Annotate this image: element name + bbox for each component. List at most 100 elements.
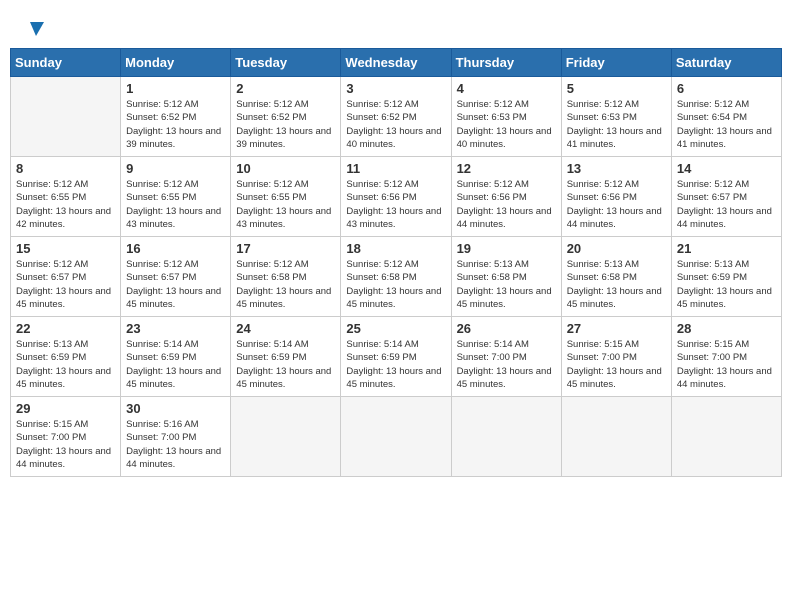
day-number: 11 xyxy=(346,161,445,176)
day-number: 26 xyxy=(457,321,556,336)
calendar-day: 14 Sunrise: 5:12 AM Sunset: 6:57 PM Dayl… xyxy=(671,157,781,237)
day-number: 8 xyxy=(16,161,115,176)
day-info: Sunrise: 5:12 AM Sunset: 6:55 PM Dayligh… xyxy=(126,178,225,231)
day-info: Sunrise: 5:12 AM Sunset: 6:55 PM Dayligh… xyxy=(16,178,115,231)
day-info: Sunrise: 5:12 AM Sunset: 6:54 PM Dayligh… xyxy=(677,98,776,151)
day-info: Sunrise: 5:13 AM Sunset: 6:58 PM Dayligh… xyxy=(567,258,666,311)
day-number: 30 xyxy=(126,401,225,416)
day-number: 2 xyxy=(236,81,335,96)
calendar-day: 4 Sunrise: 5:12 AM Sunset: 6:53 PM Dayli… xyxy=(451,77,561,157)
day-number: 15 xyxy=(16,241,115,256)
day-info: Sunrise: 5:12 AM Sunset: 6:57 PM Dayligh… xyxy=(677,178,776,231)
calendar-day xyxy=(561,397,671,477)
day-info: Sunrise: 5:12 AM Sunset: 6:53 PM Dayligh… xyxy=(567,98,666,151)
calendar-day: 19 Sunrise: 5:13 AM Sunset: 6:58 PM Dayl… xyxy=(451,237,561,317)
calendar-day: 9 Sunrise: 5:12 AM Sunset: 6:55 PM Dayli… xyxy=(121,157,231,237)
calendar-day: 23 Sunrise: 5:14 AM Sunset: 6:59 PM Dayl… xyxy=(121,317,231,397)
day-info: Sunrise: 5:14 AM Sunset: 7:00 PM Dayligh… xyxy=(457,338,556,391)
calendar-header-row: SundayMondayTuesdayWednesdayThursdayFrid… xyxy=(11,49,782,77)
calendar-day: 6 Sunrise: 5:12 AM Sunset: 6:54 PM Dayli… xyxy=(671,77,781,157)
day-number: 27 xyxy=(567,321,666,336)
day-number: 16 xyxy=(126,241,225,256)
day-number: 4 xyxy=(457,81,556,96)
weekday-header-thursday: Thursday xyxy=(451,49,561,77)
calendar-day: 30 Sunrise: 5:16 AM Sunset: 7:00 PM Dayl… xyxy=(121,397,231,477)
calendar-week-row: 8 Sunrise: 5:12 AM Sunset: 6:55 PM Dayli… xyxy=(11,157,782,237)
calendar-week-row: 1 Sunrise: 5:12 AM Sunset: 6:52 PM Dayli… xyxy=(11,77,782,157)
calendar-day: 1 Sunrise: 5:12 AM Sunset: 6:52 PM Dayli… xyxy=(121,77,231,157)
calendar-day: 27 Sunrise: 5:15 AM Sunset: 7:00 PM Dayl… xyxy=(561,317,671,397)
calendar-day: 12 Sunrise: 5:12 AM Sunset: 6:56 PM Dayl… xyxy=(451,157,561,237)
calendar-day xyxy=(231,397,341,477)
calendar-day: 29 Sunrise: 5:15 AM Sunset: 7:00 PM Dayl… xyxy=(11,397,121,477)
day-number: 3 xyxy=(346,81,445,96)
calendar-table: SundayMondayTuesdayWednesdayThursdayFrid… xyxy=(10,48,782,477)
calendar-day xyxy=(671,397,781,477)
day-info: Sunrise: 5:14 AM Sunset: 6:59 PM Dayligh… xyxy=(236,338,335,391)
day-number: 20 xyxy=(567,241,666,256)
day-number: 13 xyxy=(567,161,666,176)
calendar-day: 21 Sunrise: 5:13 AM Sunset: 6:59 PM Dayl… xyxy=(671,237,781,317)
day-info: Sunrise: 5:12 AM Sunset: 6:57 PM Dayligh… xyxy=(16,258,115,311)
day-info: Sunrise: 5:12 AM Sunset: 6:52 PM Dayligh… xyxy=(346,98,445,151)
day-info: Sunrise: 5:15 AM Sunset: 7:00 PM Dayligh… xyxy=(677,338,776,391)
day-number: 19 xyxy=(457,241,556,256)
calendar-day: 11 Sunrise: 5:12 AM Sunset: 6:56 PM Dayl… xyxy=(341,157,451,237)
day-info: Sunrise: 5:13 AM Sunset: 6:59 PM Dayligh… xyxy=(16,338,115,391)
day-info: Sunrise: 5:12 AM Sunset: 6:57 PM Dayligh… xyxy=(126,258,225,311)
logo xyxy=(20,20,46,38)
day-info: Sunrise: 5:12 AM Sunset: 6:52 PM Dayligh… xyxy=(236,98,335,151)
calendar-day: 13 Sunrise: 5:12 AM Sunset: 6:56 PM Dayl… xyxy=(561,157,671,237)
day-number: 18 xyxy=(346,241,445,256)
day-number: 5 xyxy=(567,81,666,96)
calendar-day: 22 Sunrise: 5:13 AM Sunset: 6:59 PM Dayl… xyxy=(11,317,121,397)
day-info: Sunrise: 5:14 AM Sunset: 6:59 PM Dayligh… xyxy=(126,338,225,391)
calendar-day xyxy=(451,397,561,477)
day-number: 22 xyxy=(16,321,115,336)
calendar-day: 16 Sunrise: 5:12 AM Sunset: 6:57 PM Dayl… xyxy=(121,237,231,317)
weekday-header-monday: Monday xyxy=(121,49,231,77)
day-number: 29 xyxy=(16,401,115,416)
calendar-day: 18 Sunrise: 5:12 AM Sunset: 6:58 PM Dayl… xyxy=(341,237,451,317)
calendar-day: 3 Sunrise: 5:12 AM Sunset: 6:52 PM Dayli… xyxy=(341,77,451,157)
calendar-day xyxy=(341,397,451,477)
day-info: Sunrise: 5:15 AM Sunset: 7:00 PM Dayligh… xyxy=(567,338,666,391)
day-info: Sunrise: 5:12 AM Sunset: 6:53 PM Dayligh… xyxy=(457,98,556,151)
day-number: 14 xyxy=(677,161,776,176)
day-info: Sunrise: 5:13 AM Sunset: 6:58 PM Dayligh… xyxy=(457,258,556,311)
calendar-day: 26 Sunrise: 5:14 AM Sunset: 7:00 PM Dayl… xyxy=(451,317,561,397)
weekday-header-sunday: Sunday xyxy=(11,49,121,77)
day-number: 12 xyxy=(457,161,556,176)
day-info: Sunrise: 5:16 AM Sunset: 7:00 PM Dayligh… xyxy=(126,418,225,471)
day-number: 28 xyxy=(677,321,776,336)
calendar-day: 15 Sunrise: 5:12 AM Sunset: 6:57 PM Dayl… xyxy=(11,237,121,317)
day-info: Sunrise: 5:12 AM Sunset: 6:56 PM Dayligh… xyxy=(346,178,445,231)
day-info: Sunrise: 5:14 AM Sunset: 6:59 PM Dayligh… xyxy=(346,338,445,391)
calendar-day xyxy=(11,77,121,157)
day-info: Sunrise: 5:12 AM Sunset: 6:56 PM Dayligh… xyxy=(457,178,556,231)
calendar-day: 17 Sunrise: 5:12 AM Sunset: 6:58 PM Dayl… xyxy=(231,237,341,317)
weekday-header-saturday: Saturday xyxy=(671,49,781,77)
weekday-header-friday: Friday xyxy=(561,49,671,77)
calendar-week-row: 22 Sunrise: 5:13 AM Sunset: 6:59 PM Dayl… xyxy=(11,317,782,397)
day-number: 21 xyxy=(677,241,776,256)
day-number: 9 xyxy=(126,161,225,176)
day-info: Sunrise: 5:12 AM Sunset: 6:56 PM Dayligh… xyxy=(567,178,666,231)
calendar-week-row: 15 Sunrise: 5:12 AM Sunset: 6:57 PM Dayl… xyxy=(11,237,782,317)
calendar-day: 20 Sunrise: 5:13 AM Sunset: 6:58 PM Dayl… xyxy=(561,237,671,317)
calendar-day: 24 Sunrise: 5:14 AM Sunset: 6:59 PM Dayl… xyxy=(231,317,341,397)
weekday-header-tuesday: Tuesday xyxy=(231,49,341,77)
calendar-day: 2 Sunrise: 5:12 AM Sunset: 6:52 PM Dayli… xyxy=(231,77,341,157)
day-number: 25 xyxy=(346,321,445,336)
page-header xyxy=(10,10,782,43)
calendar-day: 10 Sunrise: 5:12 AM Sunset: 6:55 PM Dayl… xyxy=(231,157,341,237)
day-info: Sunrise: 5:12 AM Sunset: 6:52 PM Dayligh… xyxy=(126,98,225,151)
calendar-day: 25 Sunrise: 5:14 AM Sunset: 6:59 PM Dayl… xyxy=(341,317,451,397)
day-number: 24 xyxy=(236,321,335,336)
day-info: Sunrise: 5:13 AM Sunset: 6:59 PM Dayligh… xyxy=(677,258,776,311)
day-number: 6 xyxy=(677,81,776,96)
day-number: 1 xyxy=(126,81,225,96)
day-info: Sunrise: 5:12 AM Sunset: 6:58 PM Dayligh… xyxy=(346,258,445,311)
calendar-day: 5 Sunrise: 5:12 AM Sunset: 6:53 PM Dayli… xyxy=(561,77,671,157)
day-info: Sunrise: 5:12 AM Sunset: 6:58 PM Dayligh… xyxy=(236,258,335,311)
